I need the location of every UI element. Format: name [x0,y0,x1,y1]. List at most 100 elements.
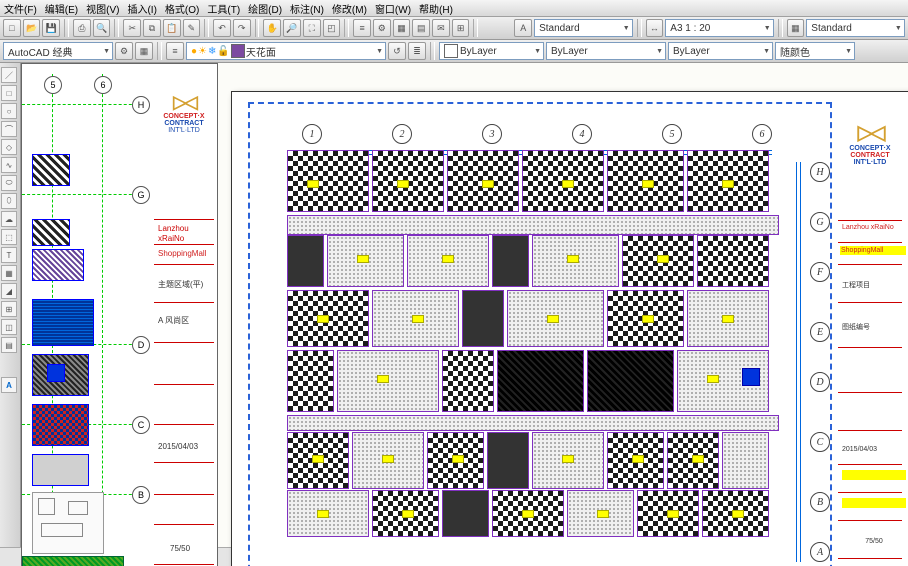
circle-icon[interactable]: ○ [1,103,17,119]
mtext-icon[interactable]: T [1,247,17,263]
toolpal-icon[interactable]: ▦ [393,19,411,37]
linetype-dropdown[interactable]: ByLayer [546,42,666,60]
layer-state-icon[interactable]: ≣ [408,42,426,60]
point-icon[interactable]: ▤ [1,337,17,353]
ellipse-icon[interactable]: ⬭ [1,175,17,191]
workspace-dropdown[interactable]: AutoCAD 经典 [3,42,113,60]
ellipse-arc-icon[interactable]: ⬯ [1,193,17,209]
brand-line1-bg: CONCEPT·X [154,113,214,120]
proj-red-fg: Lanzhou xRaiNo [842,224,906,231]
grid-col-5-bg: 5 [44,76,62,94]
zoom-ext-icon[interactable]: ⛶ [303,19,321,37]
new-icon[interactable]: □ [3,19,21,37]
markup-icon[interactable]: ✉ [432,19,450,37]
grid-row-B-bg: B [132,486,150,504]
layer-name: 天花面 [246,44,276,59]
preview-icon[interactable]: 🔍 [93,19,111,37]
area-lbl-fg: 图纸编号 [842,322,906,332]
date-fg: 2015/04/03 [842,446,906,453]
brand-logo: ▷◁ CONCEPT·X CONTRACT INT'L·LTD [840,120,900,166]
scale-bg: 75/50 [170,544,190,554]
revcloud-icon[interactable]: ☁ [1,211,17,227]
print-icon[interactable]: ⎙ [73,19,91,37]
menu-bar: 文件(F) 编辑(E) 视图(V) 插入(I) 格式(O) 工具(T) 绘图(D… [0,0,908,17]
grid-row-C-bg: C [132,416,150,434]
props-icon[interactable]: ≡ [353,19,371,37]
save-icon[interactable]: 💾 [42,19,60,37]
undo-icon[interactable]: ↶ [213,19,231,37]
spline-icon[interactable]: ∿ [1,157,17,173]
layer-prev-icon[interactable]: ↺ [388,42,406,60]
grid-row-H: H [810,162,830,182]
title-block-fg: ▷◁ CONCEPT·X CONTRACT INT'L·LTD Lanzhou … [834,102,908,566]
hatch-icon[interactable]: ▦ [1,265,17,281]
layer-color-swatch [231,44,245,58]
color-dropdown[interactable]: ByLayer [439,42,544,60]
open-icon[interactable]: 📂 [23,19,41,37]
toolbar-standard: □ 📂 💾 ⎙ 🔍 ✂ ⧉ 📋 ✎ ↶ ↷ ✋ 🔎 ⛶ ◰ ≡ ⚙ ▦ ▤ ✉ … [0,17,908,40]
main-area: ／ □ ○ ⌒ ◇ ∿ ⬭ ⬯ ☁ ⬚ T ▦ ◢ ⊞ ◫ ▤ A [0,63,908,547]
zoom-icon[interactable]: 🔎 [283,19,301,37]
menu-modify[interactable]: 修改(M) [332,1,367,16]
plotstyle-dropdown[interactable]: 随颜色 [775,42,855,60]
lineweight-dropdown[interactable]: ByLayer [668,42,773,60]
menu-format[interactable]: 格式(O) [165,1,199,16]
drawing-canvas[interactable]: 5 6 H G D C B [21,63,908,547]
zoom-win-icon[interactable]: ◰ [323,19,341,37]
ws-grid-icon[interactable]: ▦ [135,42,153,60]
table-style-dropdown[interactable]: Standard [806,19,905,37]
proj-lbl-bg: Lanzhou xRaiNo [158,224,217,245]
table-icon[interactable]: ⊞ [1,301,17,317]
date-bg: 2015/04/03 [158,442,198,452]
tablestyle-icon[interactable]: ▦ [787,19,805,37]
pan-icon[interactable]: ✋ [263,19,281,37]
brand-line3-bg: INT'L·LTD [154,127,214,134]
dimstyle-icon[interactable]: ↔ [646,19,664,37]
background-sheet: 5 6 H G D C B [21,63,218,566]
redo-icon[interactable]: ↷ [233,19,251,37]
dc-icon[interactable]: ⚙ [373,19,391,37]
dim-style-dropdown[interactable]: A3 1 : 20 [665,19,773,37]
gradient-icon[interactable]: ◢ [1,283,17,299]
grid-row-A: A [810,542,830,562]
color-swatch-icon [444,44,458,58]
rect-icon[interactable]: □ [1,85,17,101]
toolbar-layers: AutoCAD 经典 ⚙ ▦ ≡ ●☀❄🔓 天花面 ↺ ≣ ByLayer By… [0,40,908,63]
draw-toolbar: ／ □ ○ ⌒ ◇ ∿ ⬭ ⬯ ☁ ⬚ T ▦ ◢ ⊞ ◫ ▤ A [0,63,21,547]
blue-square-icon [47,364,65,382]
ws-settings-icon[interactable]: ⚙ [115,42,133,60]
line-icon[interactable]: ／ [1,67,17,83]
brand-line2-bg: CONTRACT [154,120,214,127]
calc-icon[interactable]: ⊞ [452,19,470,37]
menu-edit[interactable]: 编辑(E) [45,1,78,16]
layer-props-icon[interactable]: ≡ [166,42,184,60]
grid-row-F: F [810,262,830,282]
foreground-sheet: 1 2 3 4 5 6 H G F E D C B A [231,91,908,566]
menu-help[interactable]: 帮助(H) [419,1,453,16]
green-hatch-bg [22,556,124,566]
menu-tools[interactable]: 工具(T) [207,1,240,16]
grid-row-H-bg: H [132,96,150,114]
textstyle-icon[interactable]: A [514,19,532,37]
menu-window[interactable]: 窗口(W) [375,1,411,16]
arc-icon[interactable]: ⌒ [1,121,17,137]
copy-icon[interactable]: ⧉ [143,19,161,37]
block-icon[interactable]: ⬚ [1,229,17,245]
menu-draw[interactable]: 绘图(D) [248,1,282,16]
polygon-icon[interactable]: ◇ [1,139,17,155]
sheet-icon[interactable]: ▤ [412,19,430,37]
menu-file[interactable]: 文件(F) [4,1,37,16]
match-icon[interactable]: ✎ [183,19,201,37]
region-icon[interactable]: ◫ [1,319,17,335]
menu-dimension[interactable]: 标注(N) [290,1,324,16]
text-A-icon[interactable]: A [1,377,17,393]
grid-row-D: D [810,372,830,392]
cut-icon[interactable]: ✂ [123,19,141,37]
room-outline-bg [32,492,104,554]
yellow-bar2 [842,498,906,508]
menu-insert[interactable]: 插入(I) [127,1,156,16]
menu-view[interactable]: 视图(V) [86,1,119,16]
paste-icon[interactable]: 📋 [163,19,181,37]
text-style-dropdown[interactable]: Standard [534,19,633,37]
layer-dropdown[interactable]: ●☀❄🔓 天花面 [186,42,386,60]
